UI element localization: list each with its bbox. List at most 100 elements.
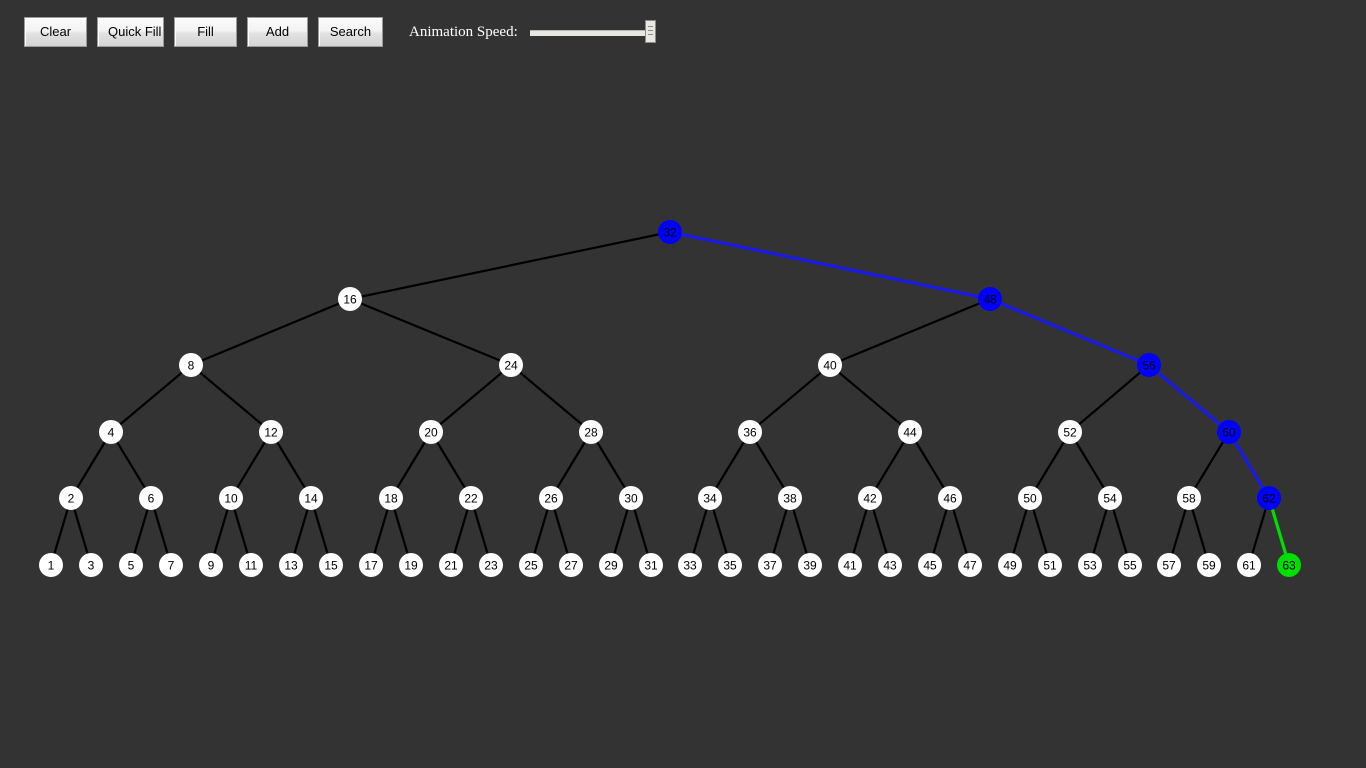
tree-node-circle[interactable] xyxy=(1018,486,1042,510)
tree-node[interactable]: 61 xyxy=(1237,553,1261,577)
tree-node-circle[interactable] xyxy=(778,486,802,510)
tree-node[interactable]: 8 xyxy=(179,353,203,377)
tree-node-circle[interactable] xyxy=(99,420,123,444)
tree-node[interactable]: 18 xyxy=(379,486,403,510)
tree-node[interactable]: 21 xyxy=(439,553,463,577)
tree-node[interactable]: 52 xyxy=(1058,420,1082,444)
tree-node[interactable]: 1 xyxy=(39,553,63,577)
tree-node-circle[interactable] xyxy=(359,553,383,577)
tree-node[interactable]: 47 xyxy=(958,553,982,577)
tree-node[interactable]: 22 xyxy=(459,486,483,510)
tree-node[interactable]: 42 xyxy=(858,486,882,510)
tree-node-circle[interactable] xyxy=(958,553,982,577)
tree-node[interactable]: 60 xyxy=(1217,420,1241,444)
tree-node[interactable]: 17 xyxy=(359,553,383,577)
tree-node-circle[interactable] xyxy=(998,553,1022,577)
tree-node[interactable]: 16 xyxy=(338,287,362,311)
tree-node-circle[interactable] xyxy=(59,486,83,510)
tree-node-circle[interactable] xyxy=(1197,553,1221,577)
tree-node[interactable]: 56 xyxy=(1137,353,1161,377)
tree-node-circle[interactable] xyxy=(219,486,243,510)
tree-node-circle[interactable] xyxy=(1237,553,1261,577)
tree-node[interactable]: 62 xyxy=(1257,486,1281,510)
tree-node-circle[interactable] xyxy=(838,553,862,577)
tree-node-circle[interactable] xyxy=(1078,553,1102,577)
binary-tree-canvas[interactable]: 32 16 48 8 24 40 56 4 12 20 28 36 44 52 60 2 6 10 14 18 22 26… xyxy=(0,0,1366,768)
tree-node[interactable]: 54 xyxy=(1098,486,1122,510)
tree-node-circle[interactable] xyxy=(639,553,663,577)
tree-node[interactable]: 24 xyxy=(499,353,523,377)
tree-node[interactable]: 2 xyxy=(59,486,83,510)
tree-node[interactable]: 57 xyxy=(1157,553,1181,577)
tree-node-circle[interactable] xyxy=(1157,553,1181,577)
tree-node-circle[interactable] xyxy=(159,553,183,577)
tree-node[interactable]: 59 xyxy=(1197,553,1221,577)
tree-node-circle[interactable] xyxy=(1098,486,1122,510)
tree-node-circle[interactable] xyxy=(479,553,503,577)
tree-node-circle[interactable] xyxy=(139,486,163,510)
tree-node-circle[interactable] xyxy=(419,420,443,444)
tree-node[interactable]: 6 xyxy=(139,486,163,510)
tree-node[interactable]: 53 xyxy=(1078,553,1102,577)
tree-node-circle[interactable] xyxy=(459,486,483,510)
tree-node[interactable]: 14 xyxy=(299,486,323,510)
tree-node[interactable]: 3 xyxy=(79,553,103,577)
tree-node-circle[interactable] xyxy=(399,553,423,577)
tree-node[interactable]: 49 xyxy=(998,553,1022,577)
tree-node-circle[interactable] xyxy=(1177,486,1201,510)
tree-node-circle[interactable] xyxy=(299,486,323,510)
tree-node-circle[interactable] xyxy=(519,553,543,577)
tree-node-circle[interactable] xyxy=(1038,553,1062,577)
tree-node[interactable]: 51 xyxy=(1038,553,1062,577)
tree-node-circle[interactable] xyxy=(1257,486,1281,510)
tree-node-circle[interactable] xyxy=(918,553,942,577)
tree-node[interactable]: 10 xyxy=(219,486,243,510)
tree-node-circle[interactable] xyxy=(1217,420,1241,444)
tree-node-circle[interactable] xyxy=(978,287,1002,311)
tree-node-circle[interactable] xyxy=(758,553,782,577)
tree-node[interactable]: 12 xyxy=(259,420,283,444)
tree-node[interactable]: 48 xyxy=(978,287,1002,311)
tree-node[interactable]: 50 xyxy=(1018,486,1042,510)
tree-node-circle[interactable] xyxy=(599,553,623,577)
tree-node-circle[interactable] xyxy=(499,353,523,377)
tree-node[interactable]: 23 xyxy=(479,553,503,577)
tree-node-circle[interactable] xyxy=(279,553,303,577)
tree-node[interactable]: 32 xyxy=(658,220,682,244)
tree-node-circle[interactable] xyxy=(319,553,343,577)
tree-node[interactable]: 39 xyxy=(798,553,822,577)
tree-node[interactable]: 35 xyxy=(718,553,742,577)
tree-node-circle[interactable] xyxy=(239,553,263,577)
tree-node[interactable]: 26 xyxy=(539,486,563,510)
tree-node[interactable]: 19 xyxy=(399,553,423,577)
tree-node-circle[interactable] xyxy=(539,486,563,510)
tree-node-circle[interactable] xyxy=(798,553,822,577)
tree-node[interactable]: 46 xyxy=(938,486,962,510)
tree-node-circle[interactable] xyxy=(79,553,103,577)
tree-node-circle[interactable] xyxy=(39,553,63,577)
tree-node-circle[interactable] xyxy=(559,553,583,577)
tree-node-circle[interactable] xyxy=(878,553,902,577)
tree-node-circle[interactable] xyxy=(818,353,842,377)
tree-node[interactable]: 33 xyxy=(678,553,702,577)
tree-node[interactable]: 36 xyxy=(738,420,762,444)
tree-node-circle[interactable] xyxy=(738,420,762,444)
tree-node-circle[interactable] xyxy=(938,486,962,510)
tree-node-circle[interactable] xyxy=(1058,420,1082,444)
tree-node[interactable]: 40 xyxy=(818,353,842,377)
tree-node[interactable]: 29 xyxy=(599,553,623,577)
tree-node-circle[interactable] xyxy=(858,486,882,510)
tree-node-circle[interactable] xyxy=(1277,553,1301,577)
tree-node[interactable]: 9 xyxy=(199,553,223,577)
tree-node[interactable]: 41 xyxy=(838,553,862,577)
tree-node[interactable]: 25 xyxy=(519,553,543,577)
tree-node-circle[interactable] xyxy=(259,420,283,444)
tree-node[interactable]: 15 xyxy=(319,553,343,577)
tree-node-circle[interactable] xyxy=(579,420,603,444)
tree-node-circle[interactable] xyxy=(119,553,143,577)
tree-node-circle[interactable] xyxy=(439,553,463,577)
tree-node-circle[interactable] xyxy=(379,486,403,510)
tree-node-circle[interactable] xyxy=(678,553,702,577)
tree-node[interactable]: 31 xyxy=(639,553,663,577)
tree-node[interactable]: 43 xyxy=(878,553,902,577)
